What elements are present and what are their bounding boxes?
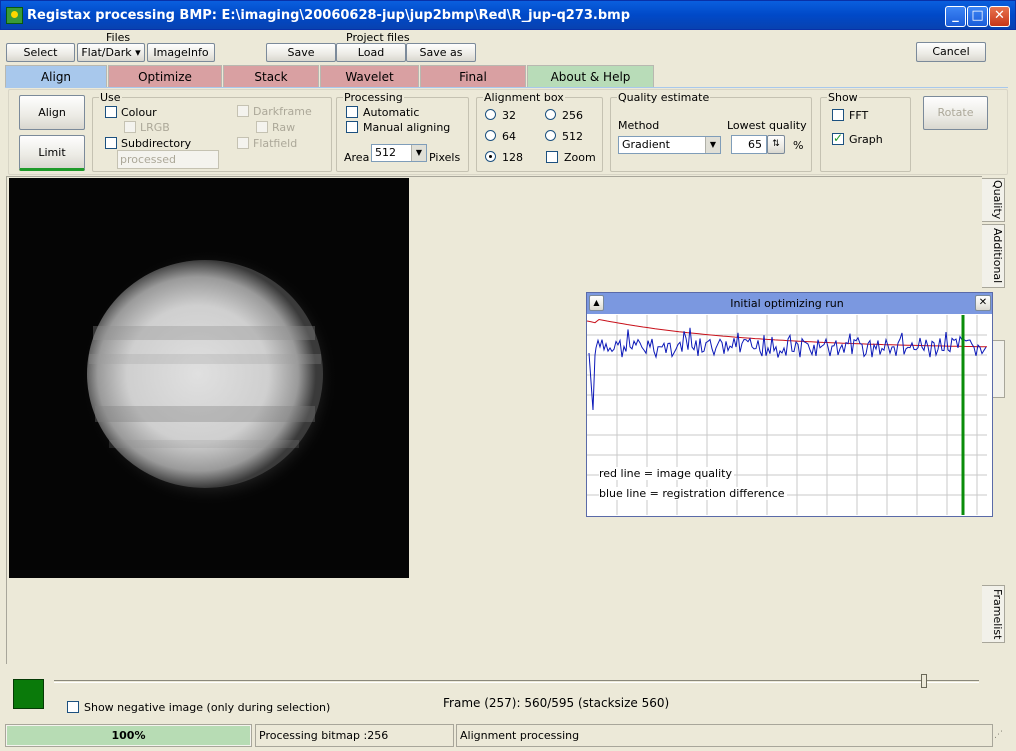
progress-bar: 100% [5,724,252,747]
tab-optimize[interactable]: Optimize [108,65,222,87]
status-processing-bitmap: Processing bitmap :256 [255,724,454,747]
graph-plot [587,315,987,515]
limit-button[interactable]: Limit [19,135,85,171]
align-button[interactable]: Align [19,95,85,130]
graph-window-title: Initial optimizing run [730,297,844,310]
graph-checkbox[interactable]: ✓ [832,132,844,145]
alignment-box-title: Alignment box [483,91,565,104]
tab-about-help[interactable]: About & Help [527,65,654,87]
box-256-label: 256 [562,109,583,122]
title-bar: Registax processing BMP: E:\imaging\2006… [0,0,1016,30]
quality-estimate-title: Quality estimate [617,91,711,104]
jupiter-image [81,250,337,506]
tab-stack[interactable]: Stack [223,65,319,87]
frame-slider-thumb[interactable] [920,674,927,688]
graph-close-icon[interactable]: ✕ [975,295,991,311]
raw-label: Raw [272,121,296,134]
flatfield-label: Flatfield [253,137,298,150]
tab-final[interactable]: Final [420,65,526,87]
pixels-label: Pixels [429,151,461,164]
processing-group-title: Processing [343,91,404,104]
chevron-down-icon: ▼ [411,145,426,161]
sidetab-quality[interactable]: Quality [982,178,1005,222]
use-group-title: Use [99,91,122,104]
maximize-button[interactable]: □ [967,6,988,27]
box-128-label: 128 [502,151,523,164]
load-project-button[interactable]: Load [336,43,406,62]
tab-wavelet[interactable]: Wavelet [320,65,419,87]
automatic-label: Automatic [363,106,420,119]
manual-aligning-checkbox[interactable] [346,121,358,133]
window-title: Registax processing BMP: E:\imaging\2006… [27,8,631,23]
planet-image[interactable] [9,178,409,578]
colour-checkbox[interactable] [105,106,117,118]
zoom-label: Zoom [564,151,596,164]
progress-label: 100% [111,729,146,742]
method-value: Gradient [622,138,670,151]
show-negative-checkbox[interactable] [67,701,79,713]
cancel-button[interactable]: Cancel [916,42,986,62]
box-256-radio[interactable] [545,109,556,120]
box-64-label: 64 [502,130,516,143]
legend-red: red line = image quality [599,467,734,480]
chevron-down-icon: ▼ [705,137,720,153]
legend-blue: blue line = registration difference [599,487,787,500]
percent-label: % [793,139,804,152]
rotate-button[interactable]: Rotate [923,96,988,130]
box-128-radio[interactable] [485,151,496,162]
darkframe-checkbox[interactable] [237,105,249,117]
updown-spinner-icon[interactable]: ⇅ [767,135,785,154]
fft-label: FFT [849,109,869,122]
subdirectory-input[interactable]: processed [117,150,219,169]
box-512-radio[interactable] [545,130,556,141]
fft-checkbox[interactable] [832,109,844,121]
save-as-button[interactable]: Save as [406,43,476,62]
flat-dark-button[interactable]: Flat/Dark ▾ [77,43,145,62]
manual-aligning-label: Manual aligning [363,121,451,134]
area-label: Area [344,151,370,164]
close-button[interactable]: ✕ [989,6,1010,27]
box-64-radio[interactable] [485,130,496,141]
resize-grip-icon[interactable]: ⋰ [994,728,1008,742]
imageinfo-button[interactable]: ImageInfo [147,43,215,62]
darkframe-label: Darkframe [253,105,312,118]
save-project-button[interactable]: Save [266,43,336,62]
box-32-radio[interactable] [485,109,496,120]
method-select[interactable]: Gradient ▼ [618,136,721,154]
tab-align[interactable]: Align [5,65,107,87]
lrgb-label: LRGB [140,121,170,134]
frame-info: Frame (257): 560/595 (stacksize 560) [443,696,670,710]
frame-slider-track[interactable] [54,680,979,683]
collapse-icon[interactable]: ▲ [589,295,604,311]
registration-line [588,327,987,411]
minimize-button[interactable]: _ [945,6,966,27]
subdirectory-label: Subdirectory [121,137,192,150]
sidetab-framelist[interactable]: Framelist [982,585,1005,643]
sidetab-additional[interactable]: Additional [982,224,1005,288]
app-icon [6,7,23,24]
select-button[interactable]: Select [6,43,75,62]
graph-window: ▲ Initial optimizing run ✕ red line = im… [586,292,993,517]
lowest-quality-label: Lowest quality [727,119,807,132]
lowest-quality-input[interactable]: 65 [731,135,767,154]
automatic-checkbox[interactable] [346,106,358,118]
show-group-title: Show [827,91,859,104]
method-label: Method [618,119,660,132]
flatfield-checkbox[interactable] [237,137,249,149]
status-alignment-processing: Alignment processing [456,724,993,747]
lrgb-checkbox[interactable] [124,121,136,133]
zoom-checkbox[interactable] [546,151,558,163]
show-negative-label: Show negative image (only during selecti… [84,701,331,714]
tab-underline [5,87,1008,88]
raw-checkbox[interactable] [256,121,268,133]
colour-label: Colour [121,106,157,119]
subdirectory-checkbox[interactable] [105,137,117,149]
area-value: 512 [375,146,396,159]
area-select[interactable]: 512 ▼ [371,144,427,162]
box-512-label: 512 [562,130,583,143]
box-32-label: 32 [502,109,516,122]
graph-label: Graph [849,133,883,146]
color-swatch [13,679,44,709]
